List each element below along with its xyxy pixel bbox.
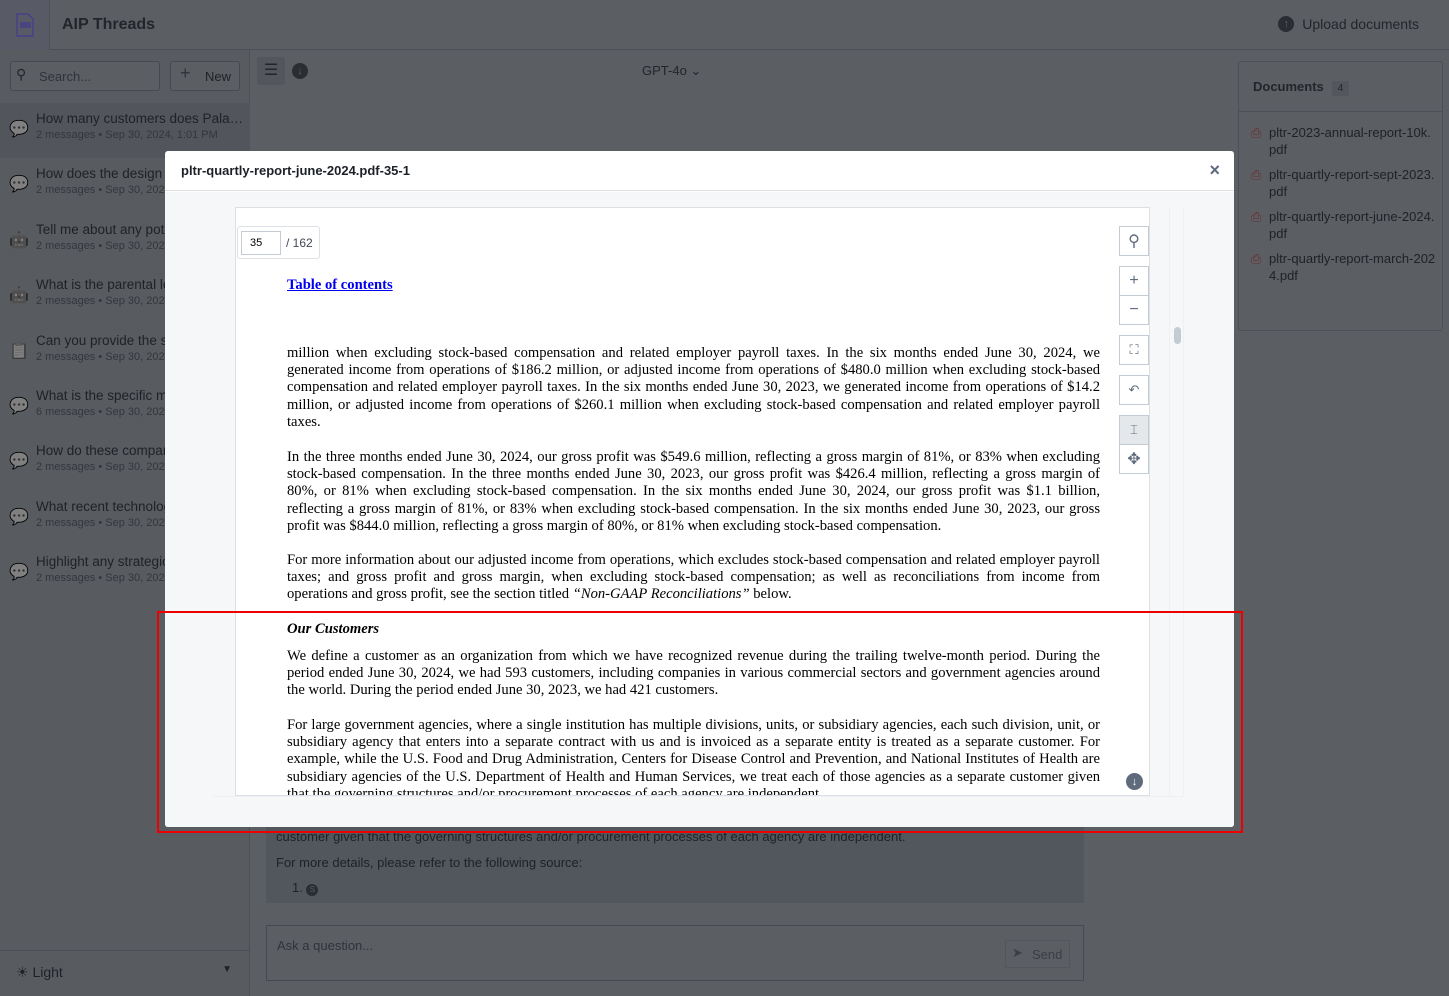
download-icon[interactable]: ↓ (292, 63, 308, 79)
clipboard-icon: 📋 (9, 342, 29, 360)
thread-title: How many customers does Palan… (36, 111, 244, 126)
page-total: / 162 (286, 236, 313, 250)
document-item[interactable]: ⎙ pltr-2023-annual-report-10k.pdf (1239, 120, 1442, 162)
document-name: pltr-2023-annual-report-10k.pdf (1269, 125, 1431, 157)
chat-icon: 💬 (9, 508, 29, 526)
theme-selector[interactable]: ☀ Light ▼ (0, 950, 250, 996)
search-icon[interactable]: ⚲ (1119, 226, 1149, 256)
pdf-paragraph: We define a customer as an organization … (287, 648, 1100, 699)
zoom-in-icon[interactable]: + (1119, 266, 1149, 296)
pdf-viewer-dialog: pltr-quartly-report-june-2024.pdf-35-1 × … (165, 151, 1234, 827)
download-icon[interactable]: ↓ (1126, 773, 1143, 790)
upload-icon: ↑ (1278, 16, 1295, 32)
rotate-icon[interactable]: ↶ (1119, 375, 1149, 405)
question-input[interactable]: Ask a question... (266, 925, 1084, 981)
caret-down-icon: ▼ (222, 964, 232, 975)
chat-icon: 💬 (9, 453, 29, 471)
pdf-page: / 162 Table of contents million when exc… (235, 207, 1150, 796)
search-icon: ⚲ (16, 66, 27, 82)
pdf-icon: ⎙ (1251, 125, 1262, 140)
close-icon[interactable]: × (1209, 160, 1220, 181)
table-of-contents-link[interactable]: Table of contents (287, 277, 393, 294)
sun-icon: ☀ (16, 964, 29, 980)
section-heading: Our Customers (287, 621, 380, 637)
app-title: AIP Threads (62, 16, 156, 33)
pdf-icon: ⎙ (1251, 251, 1262, 266)
robot-icon: 🤖 (9, 231, 29, 249)
plus-icon: + (180, 63, 191, 83)
pdf-text: below. (749, 586, 792, 603)
document-item[interactable]: ⎙ pltr-quartly-report-march-2024.pdf (1239, 246, 1442, 288)
document-name: pltr-quartly-report-sept-2023.pdf (1269, 167, 1435, 199)
send-icon: ➤ (1012, 945, 1023, 960)
documents-panel: Documents 4 ⎙ pltr-2023-annual-report-10k.… (1238, 61, 1443, 331)
thread-item[interactable]: 💬 How many customers does Palan… 2 message… (0, 103, 250, 158)
horizontal-scrollbar[interactable] (213, 796, 1183, 810)
chat-icon: 💬 (9, 121, 29, 138)
document-name: pltr-quartly-report-march-2024.pdf (1269, 251, 1436, 283)
theme-label: Light (32, 964, 63, 980)
pdf-italic-text: “Non-GAAP Reconciliations” (572, 586, 750, 603)
pdf-paragraph: For more information about our adjusted … (287, 552, 1100, 604)
send-label: Send (1032, 947, 1063, 962)
pdf-icon: ⎙ (1251, 209, 1262, 224)
page-navigator: / 162 (237, 226, 320, 259)
answer-message: customer given that the governing struct… (266, 815, 1084, 903)
text-select-icon[interactable]: ⌶ (1119, 415, 1149, 445)
documents-count: 4 (1331, 81, 1350, 96)
model-label: GPT-4o (642, 63, 687, 78)
source-intro: For more details, please refer to the fo… (276, 855, 583, 870)
dialog-title: pltr-quartly-report-june-2024.pdf-35-1 (181, 163, 410, 178)
model-selector[interactable]: GPT-4o ⌄ (642, 63, 701, 79)
app-logo-icon (0, 0, 50, 50)
chat-icon: 💬 (9, 176, 29, 194)
source-number: 1. (292, 880, 303, 895)
chat-icon: 💬 (9, 564, 29, 582)
pdf-paragraph: million when excluding stock-based compe… (287, 345, 1100, 430)
scrollbar-thumb[interactable] (1174, 327, 1181, 344)
zoom-out-icon[interactable]: − (1119, 295, 1149, 325)
document-name: pltr-quartly-report-june-2024.pdf (1269, 209, 1435, 241)
vertical-scrollbar[interactable] (1169, 207, 1184, 796)
upload-documents-button[interactable]: ↑ Upload documents (1278, 16, 1419, 32)
source-badge[interactable]: S (306, 883, 319, 896)
pdf-viewer: / 162 Table of contents million when exc… (165, 192, 1234, 827)
document-item[interactable]: ⎙ pltr-quartly-report-june-2024.pdf (1239, 204, 1442, 246)
fit-page-icon[interactable]: ⛶ (1119, 335, 1149, 365)
search-input[interactable]: Search... (10, 61, 160, 91)
upload-label: Upload documents (1302, 16, 1419, 32)
page-number-input[interactable] (241, 231, 281, 255)
pdf-paragraph: For large government agencies, where a s… (287, 717, 1100, 796)
document-item[interactable]: ⎙ pltr-quartly-report-sept-2023.pdf (1239, 162, 1442, 204)
pdf-icon: ⎙ (1251, 167, 1262, 182)
send-button[interactable]: ➤ Send (1005, 940, 1070, 968)
pan-icon[interactable]: ✥ (1119, 444, 1149, 474)
app-header (0, 0, 1449, 50)
thread-meta: 2 messages • Sep 30, 2024, 1:01 PM (36, 129, 218, 141)
chevron-down-icon: ⌄ (690, 63, 702, 78)
chat-icon: 💬 (9, 398, 29, 415)
robot-icon: 🤖 (9, 287, 29, 305)
documents-title: Documents (1253, 79, 1324, 94)
list-icon[interactable]: ☰ (257, 57, 285, 85)
pdf-paragraph: In the three months ended June 30, 2024,… (287, 449, 1100, 534)
answer-text: customer given that the governing struct… (276, 829, 906, 844)
